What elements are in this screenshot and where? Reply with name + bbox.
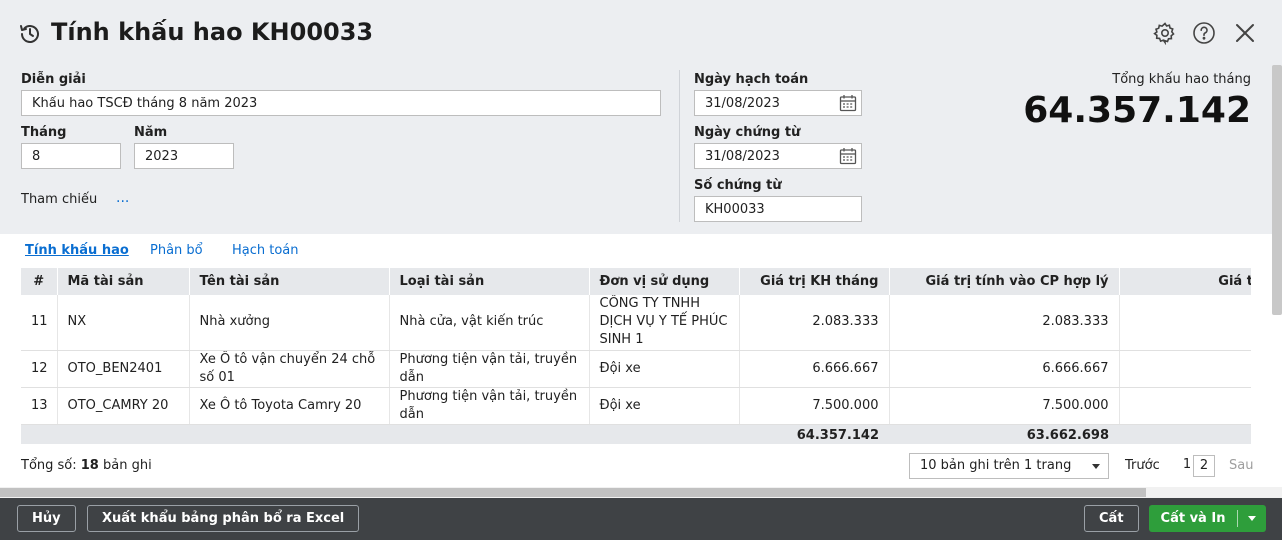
summary-cell-empty — [57, 424, 189, 444]
tab-allocation[interactable]: Phân bổ — [150, 243, 203, 258]
record-count-prefix: Tổng số: — [21, 458, 77, 473]
form-divider — [679, 70, 680, 222]
cell-asset-type: Phương tiện vận tải, truyền dẫn — [389, 350, 590, 388]
save-options-dropdown[interactable] — [1238, 505, 1266, 532]
voucher-date-input[interactable] — [695, 144, 835, 168]
col-header-reasonable-cost[interactable]: Giá trị tính vào CP hợp lý — [889, 268, 1120, 295]
grid-summary-row: 64.357.142 63.662.698 — [21, 424, 1251, 444]
asset-grid: # Mã tài sản Tên tài sản Loại tài sản Đơ… — [21, 268, 1251, 444]
pager-next-button[interactable]: Sau — [1229, 458, 1253, 473]
voucher-date-field[interactable] — [694, 143, 862, 169]
voucher-date-label: Ngày chứng từ — [694, 125, 801, 140]
summary-monthly-total: 64.357.142 — [739, 424, 889, 444]
chevron-down-icon — [1092, 464, 1100, 469]
voucher-no-input[interactable] — [694, 196, 862, 222]
cell-index: 13 — [21, 387, 58, 425]
save-button[interactable]: Cất — [1084, 505, 1139, 532]
save-and-print-button[interactable]: Cất và In — [1149, 505, 1266, 532]
pager-prev-button[interactable]: Trước — [1125, 458, 1160, 473]
export-excel-button[interactable]: Xuất khẩu bảng phân bổ ra Excel — [87, 505, 360, 532]
help-icon — [1192, 21, 1216, 49]
table-row[interactable]: 13 OTO_CAMRY 20 Xe Ô tô Toyota Camry 20 … — [21, 387, 1251, 425]
tab-depreciation[interactable]: Tính khấu hao — [25, 243, 129, 258]
posting-date-field[interactable] — [694, 90, 862, 116]
cell-asset-code: OTO_BEN2401 — [57, 350, 190, 388]
calendar-icon[interactable] — [839, 147, 857, 165]
year-label: Năm — [134, 125, 168, 140]
col-header-asset-code[interactable]: Mã tài sản — [57, 268, 190, 295]
summary-cell-empty — [21, 424, 57, 444]
cell-asset-type: Phương tiện vận tải, truyền dẫn — [389, 387, 590, 425]
cell-truncated — [1119, 295, 1251, 351]
description-input[interactable] — [21, 90, 661, 116]
total-depreciation-value: 64.357.142 — [1023, 90, 1251, 131]
cell-monthly-value: 2.083.333 — [739, 295, 890, 351]
cell-asset-name: Xe Ô tô Toyota Camry 20 — [189, 387, 390, 425]
record-count: Tổng số: 18 bản ghi — [21, 458, 152, 473]
cell-truncated — [1119, 350, 1251, 388]
save-and-print-label: Cất và In — [1160, 511, 1226, 526]
record-count-suffix: bản ghi — [103, 458, 152, 473]
voucher-no-label: Số chứng từ — [694, 178, 782, 193]
pager-page-2[interactable]: 2 — [1193, 455, 1215, 477]
summary-cell-empty — [389, 424, 589, 444]
cell-using-unit: CÔNG TY TNHH DỊCH VỤ Y TẾ PHÚC SINH 1 — [589, 295, 740, 351]
calendar-icon[interactable] — [839, 94, 857, 112]
year-input[interactable] — [134, 143, 234, 169]
summary-reasonable-total: 63.662.698 — [889, 424, 1119, 444]
cell-reasonable-cost: 7.500.000 — [889, 387, 1120, 425]
table-row[interactable]: 12 OTO_BEN2401 Xe Ô tô vận chuyển 24 chỗ… — [21, 350, 1251, 388]
vertical-scrollbar[interactable] — [1272, 65, 1282, 315]
cell-asset-name: Xe Ô tô vận chuyển 24 chỗ số 01 — [189, 350, 390, 388]
cell-index: 12 — [21, 350, 58, 388]
posting-date-input[interactable] — [695, 91, 835, 115]
tab-accounting[interactable]: Hạch toán — [232, 243, 299, 258]
page-size-value: 10 bản ghi trên 1 trang — [920, 458, 1072, 473]
cell-asset-name: Nhà xưởng — [189, 295, 390, 351]
record-count-value: 18 — [80, 458, 99, 473]
gear-icon — [1153, 21, 1177, 49]
cell-reasonable-cost: 6.666.667 — [889, 350, 1120, 388]
chevron-down-icon — [1248, 516, 1256, 521]
description-label: Diễn giải — [21, 72, 86, 87]
depreciation-dialog: Tính khấu hao KH00033 Diễn giải Tháng — [0, 0, 1282, 498]
cell-reasonable-cost: 2.083.333 — [889, 295, 1120, 351]
posting-date-label: Ngày hạch toán — [694, 72, 809, 87]
dialog-title: Tính khấu hao KH00033 — [51, 18, 374, 46]
cell-monthly-value: 7.500.000 — [739, 387, 890, 425]
col-header-asset-name[interactable]: Tên tài sản — [189, 268, 390, 295]
summary-cell-empty — [1119, 424, 1251, 444]
help-button[interactable] — [1191, 22, 1217, 48]
cell-truncated — [1119, 387, 1251, 425]
cell-monthly-value: 6.666.667 — [739, 350, 890, 388]
dialog-footer: Hủy Xuất khẩu bảng phân bổ ra Excel Cất — [0, 498, 1282, 540]
cancel-button[interactable]: Hủy — [17, 505, 76, 532]
reference-label: Tham chiếu — [21, 192, 98, 207]
history-icon — [18, 22, 42, 46]
page-size-select[interactable]: 10 bản ghi trên 1 trang — [909, 453, 1109, 479]
close-button[interactable] — [1232, 22, 1258, 48]
summary-cell-empty — [589, 424, 739, 444]
col-header-asset-type[interactable]: Loại tài sản — [389, 268, 590, 295]
month-input[interactable] — [21, 143, 121, 169]
cell-using-unit: Đội xe — [589, 350, 740, 388]
cell-asset-code: NX — [57, 295, 190, 351]
horizontal-scrollbar-thumb[interactable] — [0, 488, 1146, 497]
col-header-truncated[interactable]: Giá trị tính v — [1119, 268, 1251, 295]
month-label: Tháng — [21, 125, 67, 140]
col-header-index[interactable]: # — [21, 268, 58, 295]
reference-more-button[interactable]: ... — [116, 190, 129, 206]
cell-asset-code: OTO_CAMRY 20 — [57, 387, 190, 425]
close-icon — [1234, 22, 1256, 48]
table-row[interactable]: 11 NX Nhà xưởng Nhà cửa, vật kiến trúc C… — [21, 295, 1251, 351]
col-header-using-unit[interactable]: Đơn vị sử dụng — [589, 268, 740, 295]
cell-asset-type: Nhà cửa, vật kiến trúc — [389, 295, 590, 351]
settings-button[interactable] — [1152, 22, 1178, 48]
grid-header-row: # Mã tài sản Tên tài sản Loại tài sản Đơ… — [21, 268, 1251, 295]
cell-index: 11 — [21, 295, 58, 351]
total-depreciation-label: Tổng khấu hao tháng — [1112, 72, 1251, 87]
cell-using-unit: Đội xe — [589, 387, 740, 425]
col-header-monthly-value[interactable]: Giá trị KH tháng — [739, 268, 890, 295]
summary-cell-empty — [189, 424, 389, 444]
